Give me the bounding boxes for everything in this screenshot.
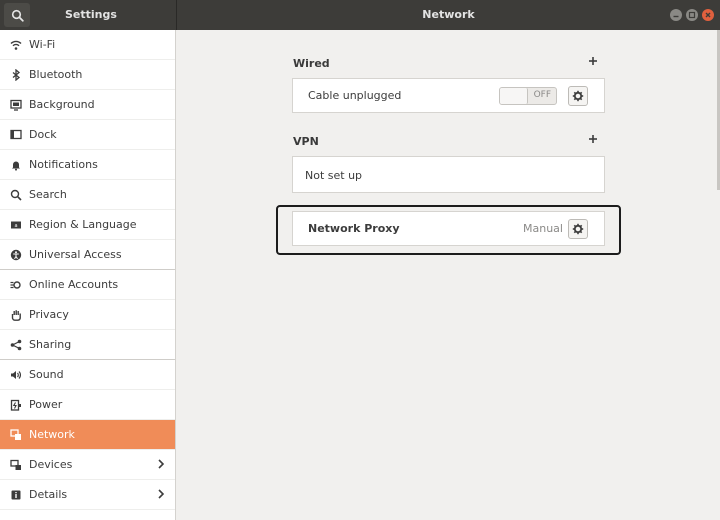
- sidebar-item-label: Wi-Fi: [29, 38, 56, 51]
- page-title: Network: [422, 8, 475, 21]
- gear-icon: [572, 223, 584, 235]
- wired-status-label: Cable unplugged: [308, 89, 402, 102]
- chevron-right-icon: [157, 488, 165, 503]
- sidebar-item-background[interactable]: Background: [0, 90, 175, 120]
- sidebar-item-notifications[interactable]: Notifications: [0, 150, 175, 180]
- background-icon: [9, 98, 23, 112]
- close-button[interactable]: [702, 9, 714, 21]
- sidebar-item-wifi[interactable]: Wi-Fi: [0, 30, 175, 60]
- wired-connection-row: Cable unplugged OFF: [292, 78, 605, 113]
- info-icon: [9, 488, 23, 502]
- sidebar-item-label: Sharing: [29, 338, 72, 351]
- bell-icon: [9, 158, 23, 172]
- sidebar-item-devices[interactable]: Devices: [0, 450, 175, 480]
- plus-icon: [589, 57, 597, 65]
- search-icon: [11, 9, 24, 22]
- wifi-icon: [9, 38, 23, 52]
- sidebar-item-label: Network: [29, 428, 75, 441]
- title-bar: Settings Network: [0, 0, 720, 30]
- region-icon: a: [9, 218, 23, 232]
- sidebar-item-power[interactable]: Power: [0, 390, 175, 420]
- online-accounts-icon: [9, 278, 23, 292]
- sidebar-item-network[interactable]: Network: [0, 420, 175, 450]
- window-controls: [670, 9, 714, 21]
- sidebar-item-label: Details: [29, 488, 68, 501]
- sidebar-item-label: Sound: [29, 368, 64, 381]
- network-panel: Wired Cable unplugged OFF VPN Not set up…: [177, 30, 720, 520]
- network-icon: [9, 428, 23, 442]
- hand-icon: [9, 308, 23, 322]
- accessibility-icon: [9, 248, 23, 262]
- minimize-icon: [673, 15, 679, 18]
- svg-text:a: a: [14, 223, 17, 229]
- sidebar-item-sound[interactable]: Sound: [0, 360, 175, 390]
- sidebar-item-label: Notifications: [29, 158, 98, 171]
- maximize-icon: [688, 11, 696, 19]
- speaker-icon: [9, 368, 23, 382]
- vpn-status-label: Not set up: [305, 169, 363, 182]
- network-proxy-row[interactable]: Network Proxy Manual: [292, 211, 605, 246]
- sidebar-item-label: Background: [29, 98, 95, 111]
- sidebar-item-label: Bluetooth: [29, 68, 83, 81]
- sidebar-item-label: Universal Access: [29, 248, 122, 261]
- add-vpn-button[interactable]: [588, 132, 598, 148]
- sidebar-item-label: Privacy: [29, 308, 69, 321]
- add-wired-button[interactable]: [588, 54, 598, 70]
- close-icon: [705, 12, 711, 18]
- share-icon: [9, 338, 23, 352]
- dock-icon: [9, 128, 23, 142]
- proxy-settings-button[interactable]: [568, 219, 588, 239]
- bluetooth-icon: [9, 68, 23, 82]
- sidebar-item-label: Devices: [29, 458, 73, 471]
- sidebar-item-label: Dock: [29, 128, 57, 141]
- search-icon: [9, 188, 23, 202]
- chevron-right-icon: [157, 458, 165, 473]
- wired-section-title: Wired: [293, 57, 330, 70]
- maximize-button[interactable]: [686, 9, 698, 21]
- wired-settings-button[interactable]: [568, 86, 588, 106]
- wired-toggle[interactable]: OFF: [499, 87, 557, 105]
- power-icon: [9, 398, 23, 412]
- network-proxy-value: Manual: [523, 222, 563, 235]
- search-button[interactable]: [4, 3, 30, 27]
- sidebar-item-online-accounts[interactable]: Online Accounts: [0, 270, 175, 300]
- sidebar-item-label: Search: [29, 188, 67, 201]
- sidebar-item-label: Power: [29, 398, 63, 411]
- toggle-state-label: OFF: [533, 90, 551, 100]
- sidebar-item-label: Region & Language: [29, 218, 137, 231]
- sidebar-item-label: Online Accounts: [29, 278, 119, 291]
- devices-icon: [9, 458, 23, 472]
- sidebar: Wi-Fi Bluetooth Background Dock Notifica…: [0, 30, 176, 520]
- minimize-button[interactable]: [670, 9, 682, 21]
- vpn-section-title: VPN: [293, 135, 319, 148]
- sidebar-title: Settings: [65, 8, 117, 21]
- sidebar-item-universal-access[interactable]: Universal Access: [0, 240, 175, 270]
- sidebar-item-region-language[interactable]: a Region & Language: [0, 210, 175, 240]
- network-proxy-label: Network Proxy: [308, 222, 400, 235]
- gear-icon: [572, 90, 584, 102]
- sidebar-item-search[interactable]: Search: [0, 180, 175, 210]
- sidebar-item-privacy[interactable]: Privacy: [0, 300, 175, 330]
- sidebar-item-dock[interactable]: Dock: [0, 120, 175, 150]
- plus-icon: [589, 135, 597, 143]
- vpn-row: Not set up: [292, 156, 605, 193]
- sidebar-item-sharing[interactable]: Sharing: [0, 330, 175, 360]
- sidebar-item-bluetooth[interactable]: Bluetooth: [0, 60, 175, 90]
- sidebar-item-details[interactable]: Details: [0, 480, 175, 510]
- toggle-knob: [500, 88, 528, 104]
